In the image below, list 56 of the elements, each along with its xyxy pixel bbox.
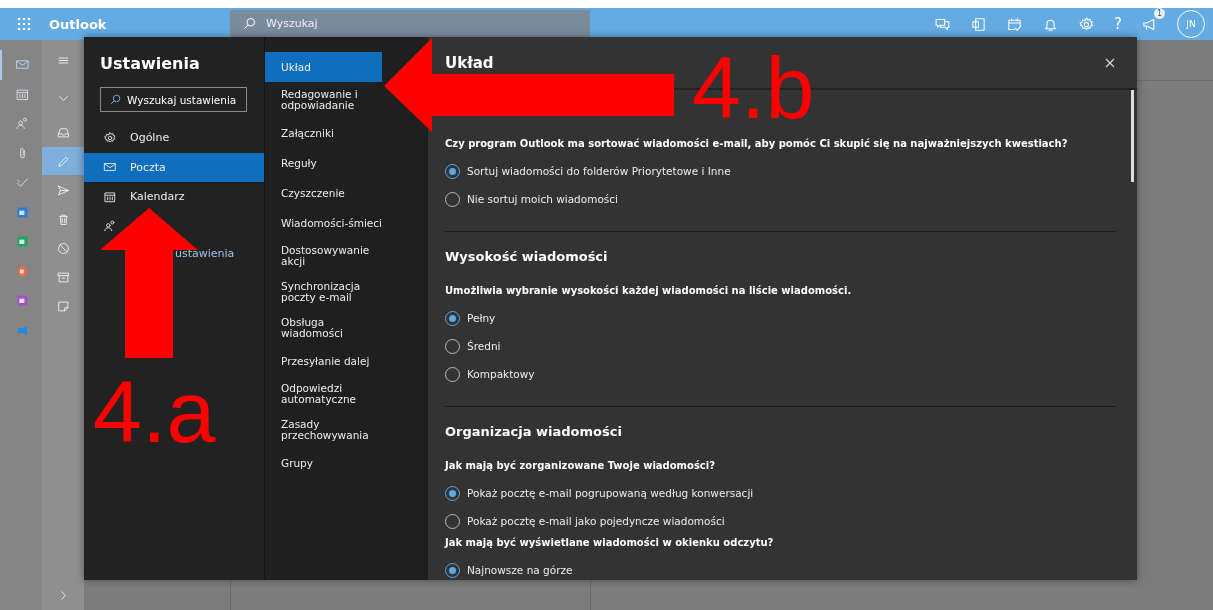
section-heading: Wysokość wiadomości (445, 249, 609, 264)
radio-label: Kompaktowy (467, 368, 535, 380)
settings-category[interactable]: Ogólne (84, 123, 264, 153)
notebook-icon[interactable] (970, 15, 988, 33)
settings-category[interactable]: Kalendarz (84, 182, 264, 212)
annotation-label: 4.a (93, 368, 216, 456)
archive-icon[interactable] (55, 269, 71, 285)
people-icon (14, 116, 30, 132)
scrollbar[interactable] (1131, 90, 1134, 182)
annotation-label: 4.b (692, 44, 815, 132)
settings-subcategory[interactable]: Wiadomości-śmieci (265, 208, 382, 238)
notification-badge: 1 (1154, 7, 1165, 19)
calendar-icon (14, 86, 30, 102)
question-text: Jak mają być wyświetlane wiadomości w okienku odczytu? (445, 537, 775, 548)
app-name: Outlook (49, 16, 108, 32)
radio-label: Średni (467, 340, 501, 352)
section-heading: Organizacja wiadomości (445, 424, 623, 439)
page-title: Układ (445, 54, 494, 72)
settings-subcategory[interactable]: Reguły (265, 148, 382, 178)
question-text: Czy program Outlook ma sortować wiadomości e-mail, aby pomóc Ci skupić się na najważniejszych kwestiach? (445, 138, 1069, 149)
block-icon[interactable] (55, 240, 71, 256)
radio-label: Pokaż pocztę e-mail pogrupowaną według konwersacji (467, 487, 754, 499)
settings-subcategory[interactable]: Czyszczenie (265, 178, 382, 208)
settings-subcategory[interactable]: Odpowiedzi automatyczne (265, 376, 382, 412)
people-icon (103, 219, 117, 234)
send-icon[interactable] (55, 182, 71, 198)
gear-icon (103, 130, 117, 145)
radio-label: Pełny (467, 312, 496, 324)
radio-label: Najnowsze na górze (467, 564, 573, 576)
settings-subcategory[interactable]: Dostosowywanie akcji (265, 238, 382, 274)
settings-subcategory[interactable]: Zasady przechowywania (265, 412, 382, 448)
search-icon (242, 16, 257, 31)
calendar-icon (103, 189, 117, 204)
search-icon (109, 93, 122, 106)
settings-subcategory[interactable]: Redagowanie i odpowiadanie (265, 82, 382, 118)
question-text: Jak mają być zorganizowane Twoje wiadomości? (445, 460, 716, 471)
settings-subcategory[interactable]: Przesyłanie dalej (265, 346, 382, 376)
settings-link[interactable]: ustawienia (175, 247, 264, 260)
app-launcher-icon[interactable] (17, 17, 31, 31)
radio-label: Nie sortuj moich wiadomości (467, 193, 618, 205)
settings-search-field[interactable]: Wyszukaj ustawienia (100, 87, 247, 112)
search-field[interactable]: Wyszukaj (230, 10, 590, 37)
settings-subcategory[interactable]: Obsługa wiadomości (265, 310, 382, 346)
question-text: Umożliwia wybranie wysokości każdej wiadomości na liście wiadomości. (445, 285, 853, 296)
settings-title: Ustawienia (100, 54, 201, 73)
radio-label: Sortuj wiadomości do folderów Priorytetowe i Inne (467, 165, 731, 177)
settings-subcategory[interactable]: Grupy (265, 448, 382, 478)
gear-icon[interactable] (1078, 15, 1096, 33)
calendar-check-icon[interactable] (1006, 15, 1024, 33)
note-icon[interactable] (55, 298, 71, 314)
settings-subcategory[interactable]: Synchronizacja poczty e-mail (265, 274, 382, 310)
settings-subcategory[interactable]: Układ (265, 52, 382, 82)
radio-label: Pokaż pocztę e-mail jako pojedyncze wiadomości (467, 515, 725, 527)
settings-subcategory[interactable]: Załączniki (265, 118, 382, 148)
settings-category[interactable]: Poczta (84, 152, 264, 182)
selected-folder-button[interactable] (42, 147, 84, 175)
